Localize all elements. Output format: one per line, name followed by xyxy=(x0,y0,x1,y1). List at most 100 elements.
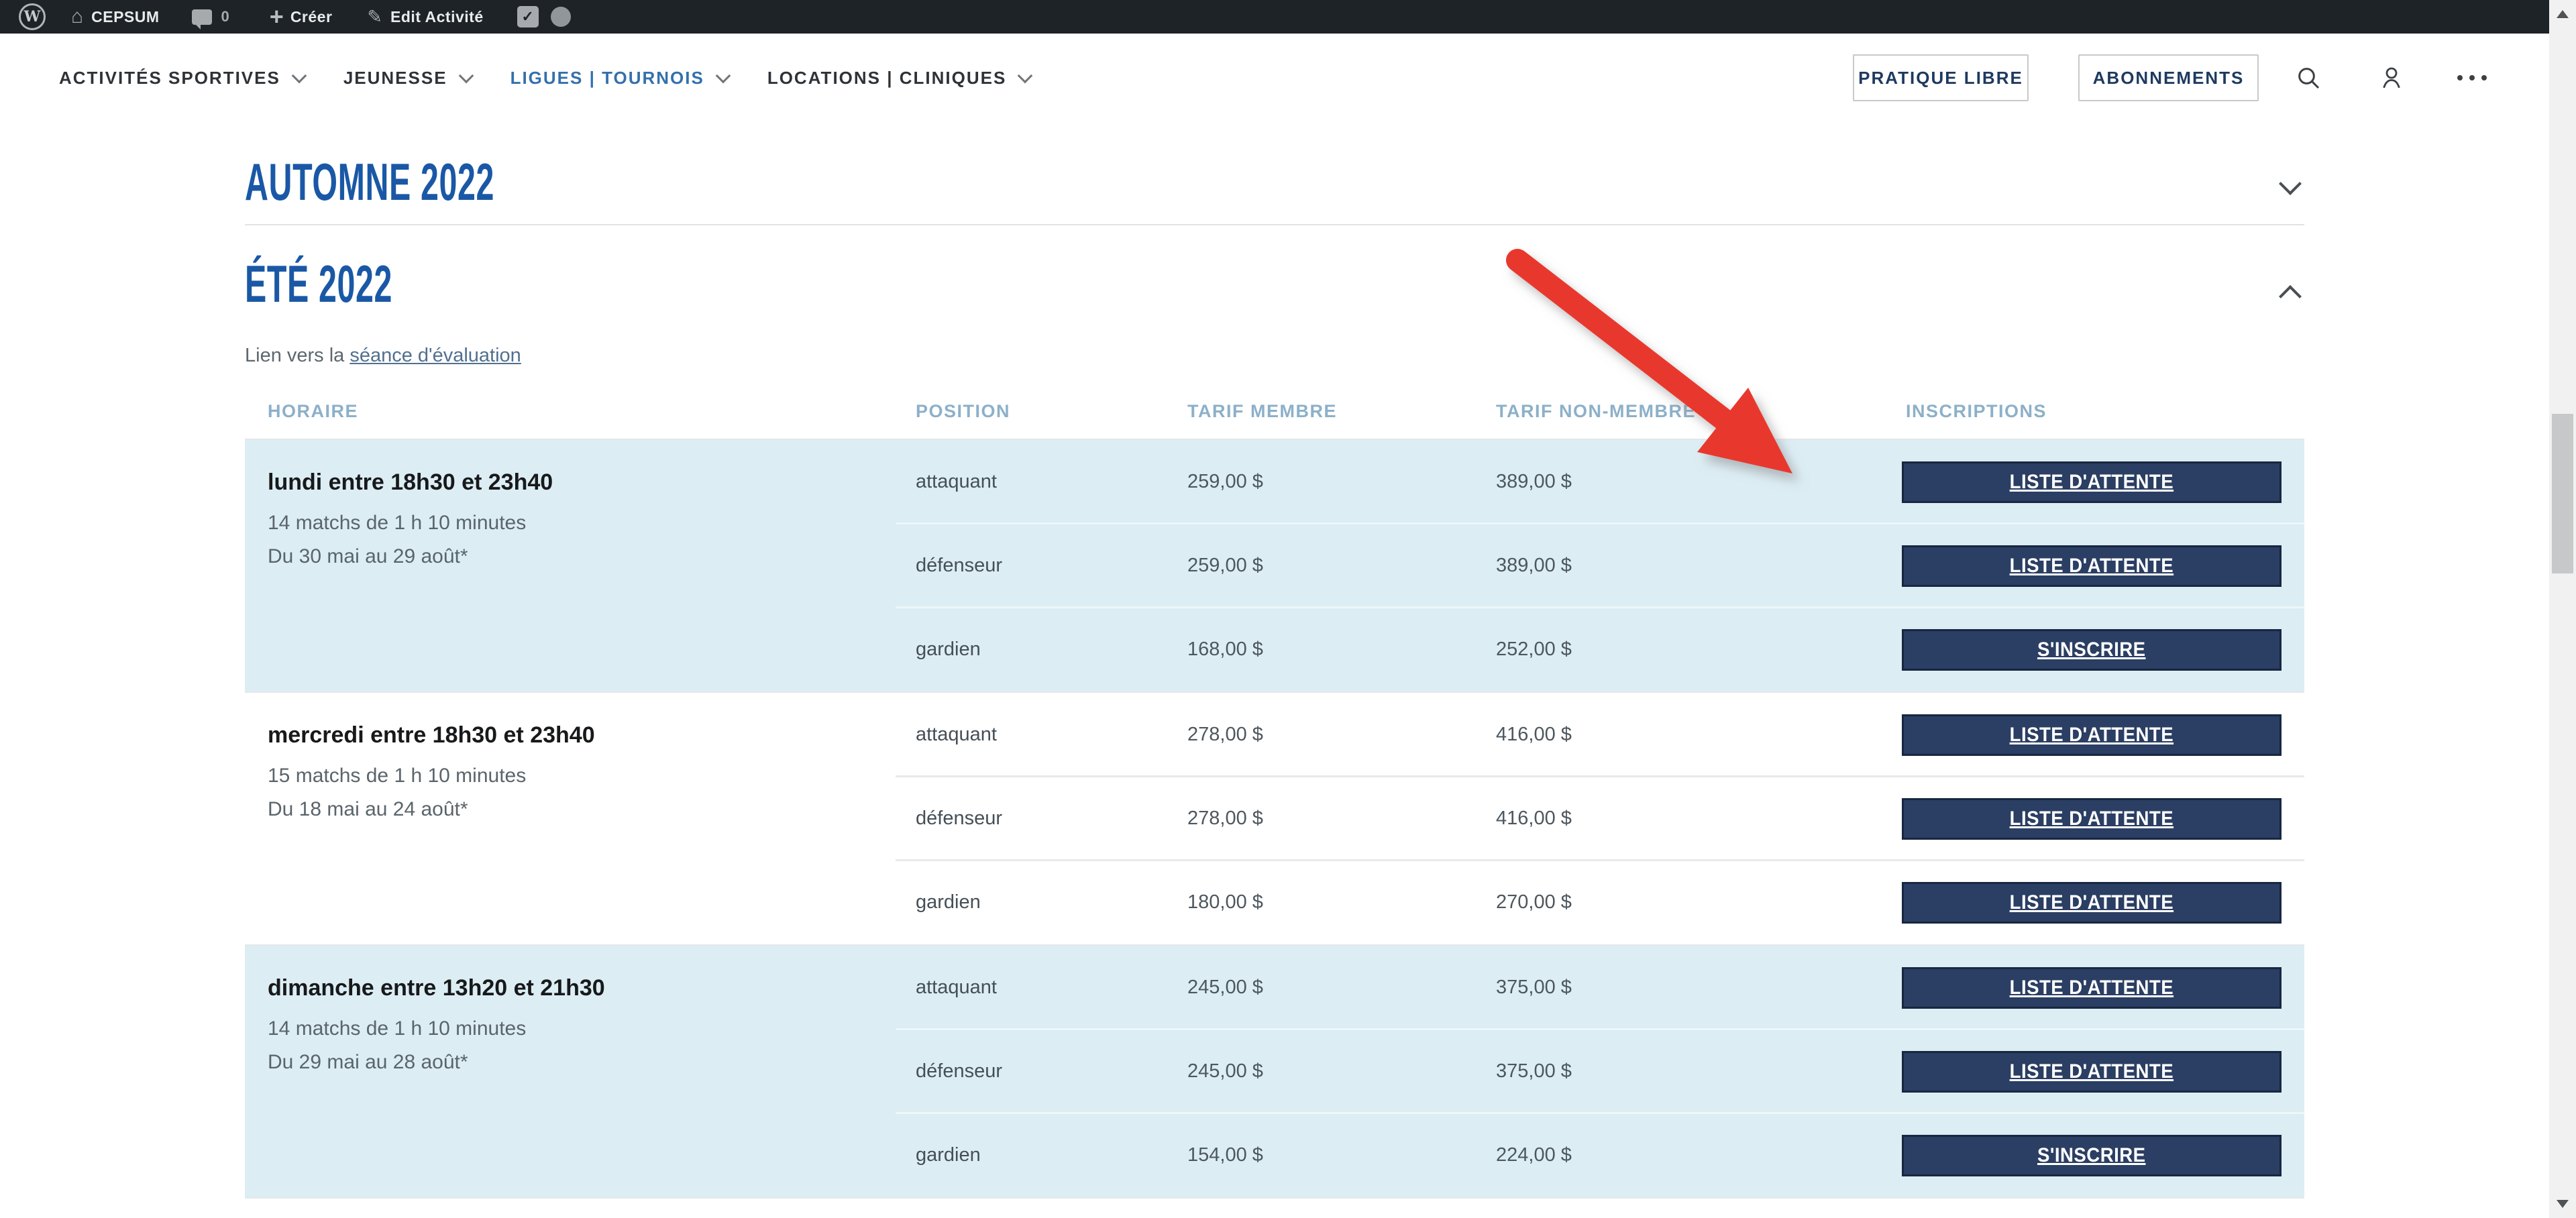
position-cell: attaquant xyxy=(896,977,1161,999)
position-cell: défenseur xyxy=(896,808,1161,830)
table-row: défenseur 278,00 $ 416,00 $ LISTE D'ATTE… xyxy=(245,777,2304,861)
column-header-inscriptions: INSCRIPTIONS xyxy=(1902,401,2304,422)
button-label: LISTE D'ATTENTE xyxy=(2010,555,2174,577)
evaluation-prefix: Lien vers la xyxy=(245,345,350,366)
non-member-price-cell: 416,00 $ xyxy=(1469,808,1902,830)
nav-links: ACTIVITÉS SPORTIVES JEUNESSE LIGUES | TO… xyxy=(59,34,1030,122)
position-cell: gardien xyxy=(896,639,1161,661)
edit-activity-link[interactable]: Edit Activité xyxy=(390,8,484,26)
member-price-cell: 180,00 $ xyxy=(1161,891,1469,914)
pencil-icon: ✎ xyxy=(367,8,382,26)
chevron-down-icon xyxy=(1018,68,1033,84)
register-button[interactable]: S'INSCRIRE xyxy=(1902,629,2282,671)
button-label: LISTE D'ATTENTE xyxy=(2010,471,2174,494)
column-header-horaire: HORAIRE xyxy=(245,401,896,422)
schedule-group-mercredi: mercredi entre 18h30 et 23h40 15 matchs … xyxy=(245,691,2304,944)
wp-admin-bar: W ⌂ CEPSUM 0 + Créer ✎ Edit Activité ✓ xyxy=(0,0,2549,34)
table-row: gardien 180,00 $ 270,00 $ LISTE D'ATTENT… xyxy=(245,861,2304,944)
scrollbar-thumb[interactable] xyxy=(2552,414,2573,573)
button-label: S'INSCRIRE xyxy=(2037,1144,2145,1167)
table-row: attaquant 278,00 $ 416,00 $ LISTE D'ATTE… xyxy=(245,693,2304,777)
button-label: S'INSCRIRE xyxy=(2037,639,2145,661)
chevron-up-icon[interactable] xyxy=(2279,285,2302,308)
accordion-title-ete-2022[interactable]: ÉTÉ 2022 xyxy=(245,258,392,310)
scrollbar-down-icon[interactable] xyxy=(2549,1190,2576,1218)
table-header-row: HORAIRE POSITION TARIF MEMBRE TARIF NON-… xyxy=(245,384,2304,439)
chevron-down-icon xyxy=(292,68,307,84)
more-menu-icon[interactable] xyxy=(2456,62,2488,94)
nav-label: ACTIVITÉS SPORTIVES xyxy=(59,68,280,89)
non-member-price-cell: 270,00 $ xyxy=(1469,891,1902,914)
nav-label: LOCATIONS | CLINIQUES xyxy=(767,68,1006,89)
nav-item-jeunesse[interactable]: JEUNESSE xyxy=(343,68,472,89)
member-price-cell: 259,00 $ xyxy=(1161,555,1469,577)
member-price-cell: 259,00 $ xyxy=(1161,471,1469,493)
chevron-down-icon xyxy=(716,68,731,84)
status-circle-icon[interactable] xyxy=(551,7,571,27)
abonnements-button[interactable]: ABONNEMENTS xyxy=(2078,54,2259,101)
evaluation-session-link[interactable]: séance d'évaluation xyxy=(350,345,521,366)
register-button[interactable]: S'INSCRIRE xyxy=(1902,1135,2282,1176)
non-member-price-cell: 416,00 $ xyxy=(1469,724,1902,746)
table-row: défenseur 245,00 $ 375,00 $ LISTE D'ATTE… xyxy=(245,1030,2304,1113)
member-price-cell: 168,00 $ xyxy=(1161,639,1469,661)
new-content-link[interactable]: Créer xyxy=(290,8,333,26)
plus-icon: + xyxy=(270,5,284,29)
waitlist-button[interactable]: LISTE D'ATTENTE xyxy=(1902,714,2282,756)
accordion-title-automne-2022[interactable]: AUTOMNE 2022 xyxy=(245,156,494,208)
non-member-price-cell: 224,00 $ xyxy=(1469,1144,1902,1166)
waitlist-button[interactable]: LISTE D'ATTENTE xyxy=(1902,1051,2282,1093)
schedule-group-dimanche: dimanche entre 13h20 et 21h30 14 matchs … xyxy=(245,944,2304,1197)
pratique-libre-button[interactable]: PRATIQUE LIBRE xyxy=(1853,54,2029,101)
button-label: LISTE D'ATTENTE xyxy=(2010,977,2174,999)
position-cell: gardien xyxy=(896,1144,1161,1166)
search-icon[interactable] xyxy=(2292,62,2324,94)
nav-item-locations-cliniques[interactable]: LOCATIONS | CLINIQUES xyxy=(767,68,1030,89)
nav-label: JEUNESSE xyxy=(343,68,447,89)
position-cell: gardien xyxy=(896,891,1161,914)
column-header-position: POSITION xyxy=(896,401,1161,422)
waitlist-button[interactable]: LISTE D'ATTENTE xyxy=(1902,461,2282,503)
chevron-down-icon[interactable] xyxy=(2279,172,2302,195)
account-icon[interactable] xyxy=(2375,62,2408,94)
comments-icon xyxy=(192,9,212,25)
button-label: LISTE D'ATTENTE xyxy=(2010,808,2174,830)
table-row: gardien 154,00 $ 224,00 $ S'INSCRIRE xyxy=(245,1113,2304,1197)
evaluation-link-line: Lien vers la séance d'évaluation xyxy=(245,345,521,367)
member-price-cell: 154,00 $ xyxy=(1161,1144,1469,1166)
wordpress-logo-icon[interactable]: W xyxy=(19,3,46,30)
comments-count[interactable]: 0 xyxy=(221,8,229,25)
waitlist-button[interactable]: LISTE D'ATTENTE xyxy=(1902,967,2282,1009)
site-name-link[interactable]: CEPSUM xyxy=(91,8,159,26)
member-price-cell: 245,00 $ xyxy=(1161,1060,1469,1083)
chevron-down-icon xyxy=(458,68,474,84)
scrollbar-up-icon[interactable] xyxy=(2549,0,2576,28)
non-member-price-cell: 389,00 $ xyxy=(1469,555,1902,577)
button-label: LISTE D'ATTENTE xyxy=(2010,724,2174,746)
table-row: gardien 168,00 $ 252,00 $ S'INSCRIRE xyxy=(245,608,2304,691)
member-price-cell: 245,00 $ xyxy=(1161,977,1469,999)
nav-item-activites-sportives[interactable]: ACTIVITÉS SPORTIVES xyxy=(59,68,305,89)
main-nav: ACTIVITÉS SPORTIVES JEUNESSE LIGUES | TO… xyxy=(0,34,2549,122)
waitlist-button[interactable]: LISTE D'ATTENTE xyxy=(1902,882,2282,924)
button-label: LISTE D'ATTENTE xyxy=(2010,1060,2174,1083)
position-cell: défenseur xyxy=(896,1060,1161,1083)
position-cell: attaquant xyxy=(896,724,1161,746)
non-member-price-cell: 252,00 $ xyxy=(1469,639,1902,661)
home-icon: ⌂ xyxy=(71,7,83,27)
non-member-price-cell: 375,00 $ xyxy=(1469,1060,1902,1083)
non-member-price-cell: 389,00 $ xyxy=(1469,471,1902,493)
nav-item-ligues-tournois[interactable]: LIGUES | TOURNOIS xyxy=(511,68,729,89)
table-row: défenseur 259,00 $ 389,00 $ LISTE D'ATTE… xyxy=(245,524,2304,608)
nav-label: LIGUES | TOURNOIS xyxy=(511,68,704,89)
table-row: attaquant 259,00 $ 389,00 $ LISTE D'ATTE… xyxy=(245,440,2304,524)
position-cell: attaquant xyxy=(896,471,1161,493)
nav-actions: PRATIQUE LIBRE ABONNEMENTS xyxy=(1853,34,2488,122)
section-divider xyxy=(245,224,2304,225)
position-cell: défenseur xyxy=(896,555,1161,577)
waitlist-button[interactable]: LISTE D'ATTENTE xyxy=(1902,545,2282,587)
plugin-icon[interactable]: ✓ xyxy=(517,6,539,27)
scrollbar xyxy=(2549,0,2576,1218)
waitlist-button[interactable]: LISTE D'ATTENTE xyxy=(1902,798,2282,840)
schedule-group-lundi: lundi entre 18h30 et 23h40 14 matchs de … xyxy=(245,439,2304,691)
